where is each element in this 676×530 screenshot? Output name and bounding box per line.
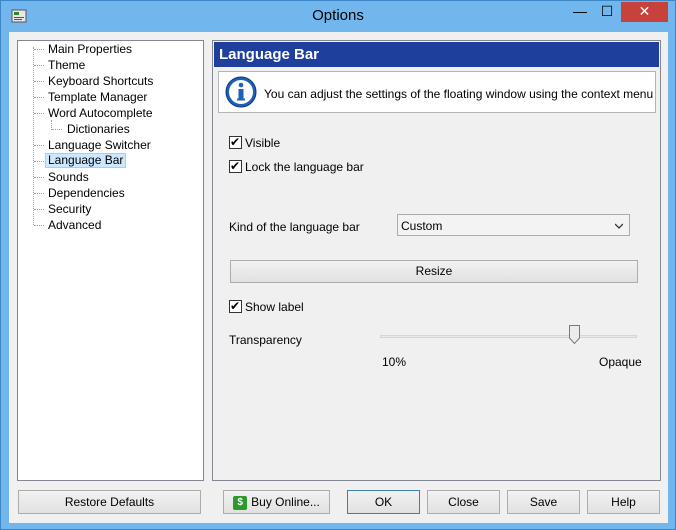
transparency-label: Transparency bbox=[229, 333, 302, 347]
minimize-button[interactable]: — bbox=[567, 2, 593, 22]
tree-item-keyboard-shortcuts[interactable]: Keyboard Shortcuts bbox=[46, 74, 155, 89]
tree-item-template-manager[interactable]: Template Manager bbox=[46, 90, 149, 105]
visible-checkbox[interactable]: Visible bbox=[229, 135, 280, 151]
visible-label: Visible bbox=[245, 135, 281, 150]
lock-language-bar-label: Lock the language bar bbox=[245, 159, 364, 174]
tree-item-security[interactable]: Security bbox=[46, 202, 93, 217]
tree-item-dependencies[interactable]: Dependencies bbox=[46, 186, 127, 201]
chevron-down-icon bbox=[615, 223, 623, 229]
tree-item-language-bar[interactable]: Language Bar bbox=[45, 153, 127, 168]
tree-connector bbox=[33, 47, 34, 225]
tree-connector bbox=[34, 161, 44, 162]
options-tree[interactable]: Main Properties Theme Keyboard Shortcuts… bbox=[17, 40, 204, 481]
resize-button[interactable]: Resize bbox=[230, 260, 638, 283]
show-label-label: Show label bbox=[245, 299, 304, 314]
tree-connector bbox=[52, 129, 62, 130]
help-button[interactable]: Help bbox=[587, 490, 660, 514]
tree-connector bbox=[34, 225, 44, 226]
tree-item-advanced[interactable]: Advanced bbox=[46, 218, 103, 233]
tree-connector bbox=[34, 145, 44, 146]
slider-thumb[interactable] bbox=[569, 325, 580, 344]
slider-max-label: Opaque bbox=[599, 355, 642, 369]
tree-item-theme[interactable]: Theme bbox=[46, 58, 87, 73]
tree-item-main-properties[interactable]: Main Properties bbox=[46, 42, 134, 57]
tree-connector bbox=[34, 193, 44, 194]
close-button[interactable]: Close bbox=[427, 490, 500, 514]
kind-select-value: Custom bbox=[401, 219, 443, 233]
tree-item-language-switcher[interactable]: Language Switcher bbox=[46, 138, 153, 153]
panel-header: Language Bar bbox=[214, 42, 659, 67]
tree-connector bbox=[34, 209, 44, 210]
options-window: Options — ☐ ✕ Main Properties Theme Keyb… bbox=[0, 0, 676, 530]
info-box: You can adjust the settings of the float… bbox=[218, 71, 656, 113]
checkbox-check-icon[interactable] bbox=[229, 299, 242, 314]
lock-language-bar-checkbox[interactable]: Lock the language bar bbox=[229, 159, 364, 175]
restore-defaults-button[interactable]: Restore Defaults bbox=[18, 490, 201, 514]
checkbox-check-icon[interactable] bbox=[229, 159, 242, 174]
ok-button[interactable]: OK bbox=[347, 490, 420, 514]
dollar-icon: $ bbox=[233, 495, 248, 510]
settings-panel: Language Bar You can adjust the settings… bbox=[212, 40, 661, 481]
tree-connector bbox=[34, 65, 44, 66]
buy-online-button[interactable]: $ Buy Online... bbox=[223, 490, 330, 514]
save-button[interactable]: Save bbox=[507, 490, 580, 514]
tree-item-sounds[interactable]: Sounds bbox=[46, 170, 91, 185]
kind-select[interactable]: Custom bbox=[397, 214, 630, 236]
buy-online-label: Buy Online... bbox=[251, 495, 320, 509]
dialog-client-area: Main Properties Theme Keyboard Shortcuts… bbox=[9, 32, 668, 523]
tree-item-dictionaries[interactable]: Dictionaries bbox=[65, 122, 132, 137]
transparency-slider[interactable] bbox=[380, 335, 637, 338]
slider-min-label: 10% bbox=[382, 355, 407, 369]
close-window-button[interactable]: ✕ bbox=[621, 2, 668, 22]
title-bar[interactable]: Options — ☐ ✕ bbox=[1, 1, 675, 32]
tree-connector bbox=[34, 177, 44, 178]
tree-connector bbox=[34, 113, 44, 114]
info-text: You can adjust the settings of the float… bbox=[264, 87, 654, 101]
kind-label: Kind of the language bar bbox=[229, 220, 360, 234]
checkbox-check-icon[interactable] bbox=[229, 135, 242, 150]
tree-connector bbox=[34, 97, 44, 98]
info-icon bbox=[225, 76, 257, 108]
show-label-checkbox[interactable]: Show label bbox=[229, 299, 304, 315]
maximize-button[interactable]: ☐ bbox=[594, 2, 620, 22]
tree-item-word-autocomplete[interactable]: Word Autocomplete bbox=[46, 106, 155, 121]
tree-connector bbox=[34, 49, 44, 50]
tree-connector bbox=[34, 81, 44, 82]
